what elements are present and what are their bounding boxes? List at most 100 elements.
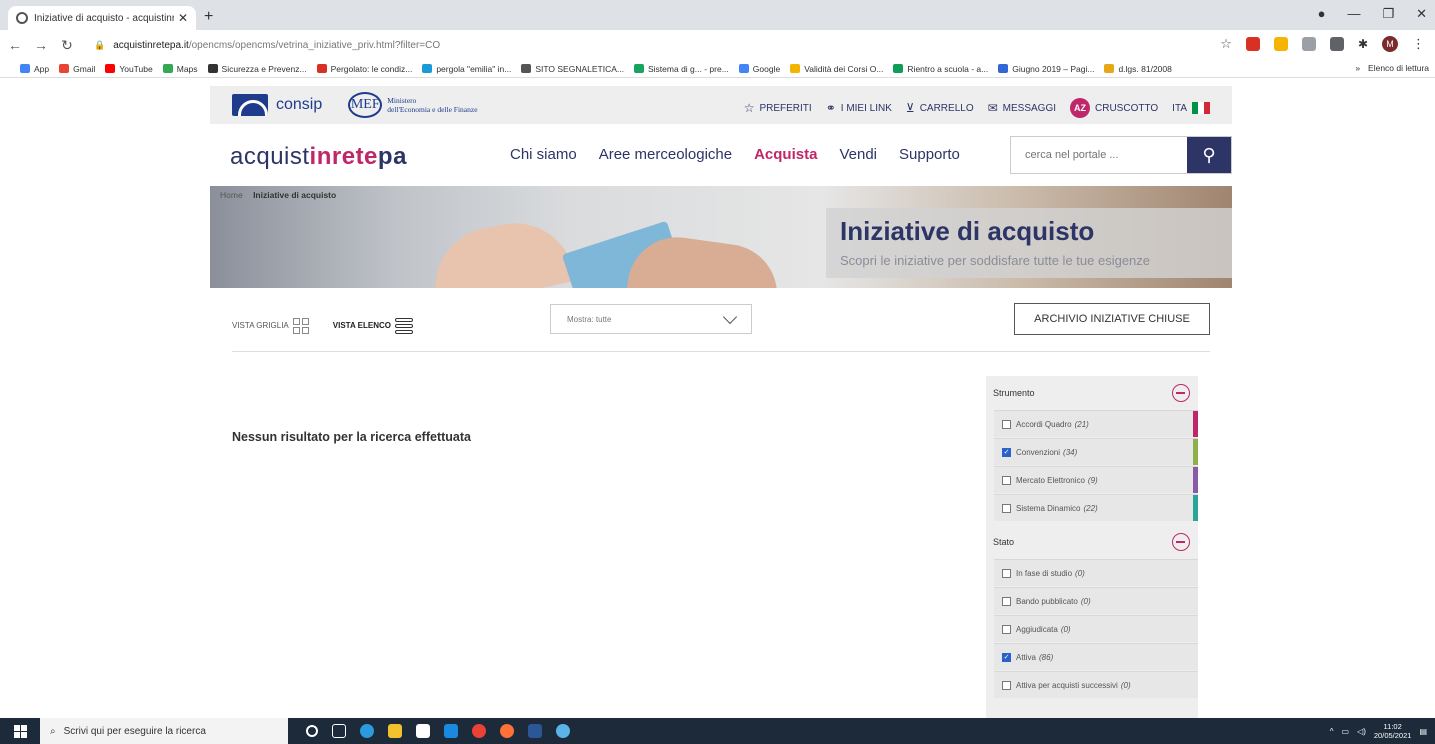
nav-vendi[interactable]: Vendi bbox=[839, 146, 877, 163]
file-explorer-icon[interactable] bbox=[388, 724, 402, 738]
task-view-icon[interactable] bbox=[332, 724, 346, 738]
browser-tab[interactable]: Iniziative di acquisto - acquistinr ✕ bbox=[8, 6, 196, 30]
search-input[interactable] bbox=[1011, 137, 1187, 173]
filter-group-header[interactable]: Stato bbox=[986, 525, 1198, 559]
checkbox-checked[interactable]: ✓ bbox=[1002, 447, 1011, 457]
reload-icon[interactable]: ↻ bbox=[56, 37, 78, 54]
cruscotto-link[interactable]: AZ CRUSCOTTO bbox=[1070, 98, 1158, 118]
checkbox[interactable] bbox=[1002, 503, 1011, 513]
checkbox[interactable] bbox=[1002, 624, 1011, 634]
star-bookmark-icon[interactable]: ☆ bbox=[1220, 36, 1232, 52]
close-tab-icon[interactable]: ✕ bbox=[178, 11, 188, 25]
consip-logo[interactable]: consip bbox=[232, 94, 322, 116]
taskbar-search[interactable]: ⌕ Scrivi qui per eseguire la ricerca bbox=[40, 718, 288, 744]
archivio-button[interactable]: ARCHIVIO INIZIATIVE CHIUSE bbox=[1014, 303, 1210, 335]
bookmark-item[interactable]: pergola "emilia" in... bbox=[422, 64, 511, 74]
bookmark-item[interactable]: Giugno 2019 – Pagi... bbox=[998, 64, 1094, 74]
nav-acquista[interactable]: Acquista bbox=[754, 146, 817, 163]
bookmark-item[interactable]: Maps bbox=[162, 64, 198, 74]
checkbox[interactable] bbox=[1002, 680, 1011, 690]
filter-option[interactable]: Mercato Elettronico (9) bbox=[994, 466, 1198, 493]
site-header: acquistinretepa Chi siamo Aree merceolog… bbox=[210, 128, 1232, 186]
bookmark-item[interactable]: YouTube bbox=[105, 64, 153, 74]
cortana-icon[interactable] bbox=[306, 725, 318, 737]
menu-kebab-icon[interactable]: ⋮ bbox=[1412, 36, 1425, 52]
mostra-select[interactable]: Mostra: tutte bbox=[550, 304, 752, 334]
filter-option[interactable]: Sistema Dinamico (22) bbox=[994, 494, 1198, 521]
brand-logo[interactable]: acquistinretepa bbox=[230, 143, 407, 171]
vista-elenco-toggle[interactable]: VISTA ELENCO bbox=[333, 317, 413, 334]
extension-yellow-icon[interactable] bbox=[1273, 37, 1288, 51]
nav-chi-siamo[interactable]: Chi siamo bbox=[510, 146, 577, 163]
collapse-icon[interactable] bbox=[1172, 384, 1190, 402]
breadcrumb-home[interactable]: Home bbox=[220, 190, 243, 200]
filter-option[interactable]: ✓ Convenzioni (34) bbox=[994, 438, 1198, 465]
start-button[interactable] bbox=[0, 724, 40, 738]
bookmark-item[interactable]: Gmail bbox=[59, 64, 95, 74]
search-icon[interactable]: ⚲ bbox=[1187, 137, 1231, 173]
bookmark-item[interactable]: SITO SEGNALETICA... bbox=[521, 64, 624, 74]
chrome-icon[interactable] bbox=[472, 724, 486, 738]
bookmark-item[interactable]: Rientro a scuola - a... bbox=[893, 64, 988, 74]
filter-option[interactable]: Attiva per acquisti successivi (0) bbox=[994, 671, 1198, 698]
vista-griglia-toggle[interactable]: VISTA GRIGLIA bbox=[232, 317, 309, 334]
minimize-icon[interactable]: — bbox=[1347, 6, 1360, 22]
collapse-icon[interactable] bbox=[1172, 533, 1190, 551]
filter-option[interactable]: In fase di studio (0) bbox=[994, 559, 1198, 586]
clock[interactable]: 11:02 20/05/2021 bbox=[1374, 722, 1412, 740]
app-icon[interactable] bbox=[556, 724, 570, 738]
messaggi-link[interactable]: ✉ MESSAGGI bbox=[988, 101, 1056, 115]
bookmark-item[interactable]: Pergolato: le condiz... bbox=[316, 64, 412, 74]
filter-option-label: In fase di studio bbox=[1016, 568, 1073, 578]
hero-banner: Home Iniziative di acquisto Iniziative d… bbox=[210, 186, 1232, 288]
bookmark-item[interactable]: Validità dei Corsi O... bbox=[790, 64, 883, 74]
language-selector[interactable]: ITA bbox=[1172, 102, 1210, 114]
url-field[interactable]: 🔒 acquistinretepa.it/opencms/opencms/vet… bbox=[94, 40, 440, 51]
nav-aree-merceologiche[interactable]: Aree merceologiche bbox=[599, 146, 732, 163]
volume-icon[interactable]: ◁) bbox=[1357, 727, 1366, 736]
bookmarks-more[interactable]: » bbox=[1355, 63, 1360, 73]
notifications-icon[interactable]: ▤ bbox=[1419, 727, 1427, 736]
bookmark-item[interactable]: d.lgs. 81/2008 bbox=[1104, 64, 1172, 74]
filter-option-label: Aggiudicata bbox=[1016, 624, 1058, 634]
checkbox[interactable] bbox=[1002, 568, 1011, 578]
profile-avatar[interactable]: M bbox=[1382, 36, 1398, 52]
mef-logo[interactable]: MEF Ministero dell'Economia e delle Finan… bbox=[348, 92, 478, 118]
restore-icon[interactable]: ❐ bbox=[1382, 6, 1394, 22]
profile-dot-icon[interactable]: ● bbox=[1318, 6, 1326, 22]
lock-icon[interactable]: 🔒 bbox=[94, 40, 105, 51]
edge-icon[interactable] bbox=[360, 724, 374, 738]
bookmark-item[interactable]: Sicurezza e Prevenz... bbox=[207, 64, 307, 74]
filter-option[interactable]: Aggiudicata (0) bbox=[994, 615, 1198, 642]
firefox-icon[interactable] bbox=[500, 724, 514, 738]
checkbox[interactable] bbox=[1002, 419, 1011, 429]
nav-supporto[interactable]: Supporto bbox=[899, 146, 960, 163]
tray-chevron-icon[interactable]: ^ bbox=[1330, 727, 1334, 736]
checkbox-checked[interactable]: ✓ bbox=[1002, 652, 1011, 662]
network-icon[interactable]: ▭ bbox=[1342, 727, 1350, 736]
bookmark-item[interactable]: App bbox=[20, 64, 49, 74]
forward-icon[interactable]: → bbox=[30, 37, 52, 53]
word-icon[interactable] bbox=[528, 724, 542, 738]
extension-grid-icon[interactable] bbox=[1329, 37, 1344, 51]
miei-link-link[interactable]: ⚭ I MIEI LINK bbox=[826, 101, 892, 115]
extension-gray-icon[interactable] bbox=[1301, 37, 1316, 51]
checkbox[interactable] bbox=[1002, 596, 1011, 606]
new-tab-icon[interactable]: + bbox=[204, 8, 213, 26]
filter-option[interactable]: ✓ Attiva (86) bbox=[994, 643, 1198, 670]
back-icon[interactable]: ← bbox=[4, 37, 26, 53]
checkbox[interactable] bbox=[1002, 475, 1011, 485]
puzzle-icon[interactable]: ✱ bbox=[1358, 37, 1368, 51]
carrello-link[interactable]: ⊻ CARRELLO bbox=[906, 101, 974, 115]
reading-list[interactable]: Elenco di lettura bbox=[1368, 63, 1429, 73]
filter-option[interactable]: Bando pubblicato (0) bbox=[994, 587, 1198, 614]
filter-group-header[interactable]: Strumento bbox=[986, 376, 1198, 410]
bookmark-item[interactable]: Sistema di g... - pre... bbox=[634, 64, 729, 74]
close-window-icon[interactable]: ✕ bbox=[1416, 6, 1427, 22]
preferiti-link[interactable]: ☆ PREFERITI bbox=[744, 101, 812, 115]
store-icon[interactable] bbox=[416, 724, 430, 738]
filter-option[interactable]: Accordi Quadro (21) bbox=[994, 410, 1198, 437]
bookmark-item[interactable]: Google bbox=[738, 64, 780, 74]
extension-red-icon[interactable] bbox=[1245, 37, 1260, 51]
mail-icon[interactable] bbox=[444, 724, 458, 738]
